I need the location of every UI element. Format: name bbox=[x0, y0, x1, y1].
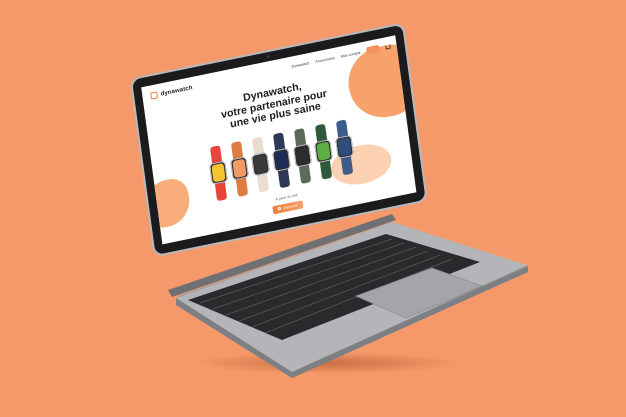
nav-link-mon-compte[interactable]: Mon compte bbox=[340, 50, 360, 58]
watch-face bbox=[253, 154, 268, 174]
nav-cta-button[interactable] bbox=[366, 44, 380, 55]
nav-link-dynawatch[interactable]: Dynawatch bbox=[291, 61, 309, 69]
discover-button[interactable]: Découvrir bbox=[272, 200, 304, 215]
watch-face bbox=[211, 163, 226, 183]
cart-icon[interactable] bbox=[385, 44, 391, 50]
webcam bbox=[265, 55, 270, 59]
laptop-mockup-scene: dynawatch Dynawatch Accessoires Mon comp… bbox=[0, 0, 626, 417]
discover-button-label: Découvrir bbox=[282, 203, 298, 211]
watch-face bbox=[295, 145, 310, 166]
logo-text: dynawatch bbox=[160, 84, 193, 98]
nav-link-accessoires[interactable]: Accessoires bbox=[315, 55, 335, 63]
site-logo[interactable]: dynawatch bbox=[150, 84, 193, 100]
watch-face bbox=[316, 141, 331, 161]
watch-face bbox=[232, 158, 247, 179]
bag-icon bbox=[277, 207, 282, 211]
watch-logo-icon bbox=[150, 91, 159, 100]
watch-face bbox=[274, 150, 289, 170]
watch-product-image bbox=[332, 119, 357, 177]
watch-face bbox=[337, 137, 352, 157]
